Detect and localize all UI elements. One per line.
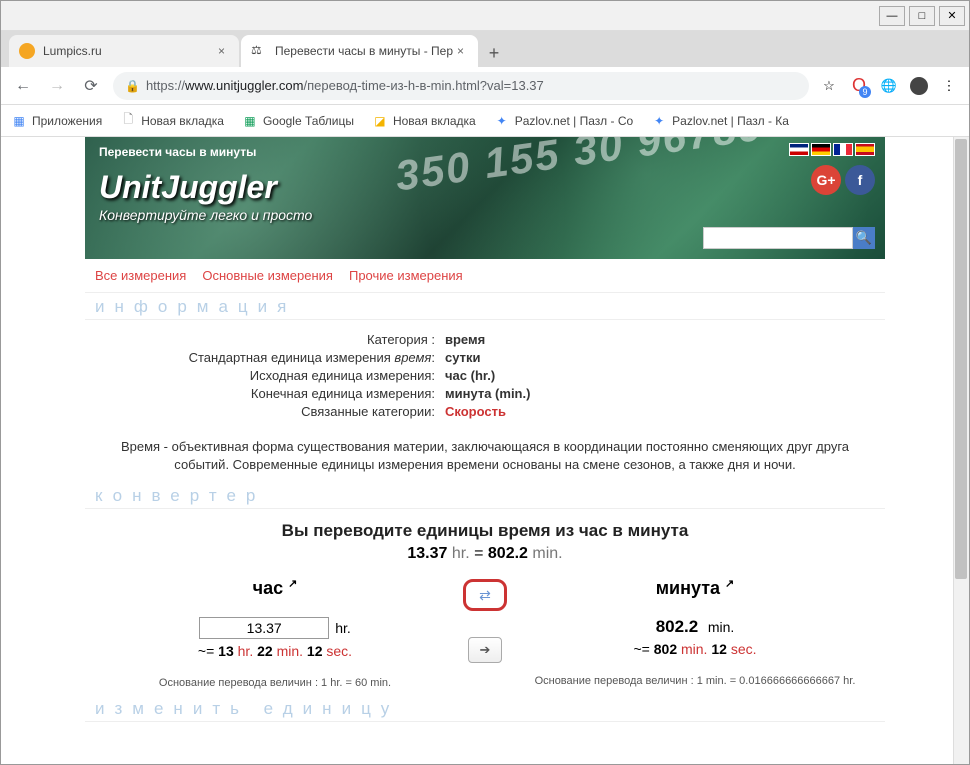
reload-button[interactable]: ⟳ [79,74,103,98]
value-input-row: hr. [105,617,445,639]
flag-es[interactable] [855,143,875,156]
external-link-icon[interactable]: ↗ [288,578,297,590]
puzzle-icon: ✦ [651,113,667,129]
bookmark-newtab2[interactable]: ◪Новая вкладка [372,113,476,129]
avatar-icon[interactable] [909,76,929,96]
menu-basic[interactable]: Основные измерения [202,268,333,283]
site-tagline: Конвертируйте легко и просто [99,207,312,223]
to-value: 802.2 min. [525,617,865,637]
section-info-label: информация [85,293,885,320]
close-window-button[interactable]: ✕ [939,6,965,26]
viewport: 350 155 30 96789 Перевести часы в минуты… [1,137,969,764]
breadcrumb: Перевести часы в минуты [99,145,256,159]
swap-icon [479,587,491,604]
lock-icon: 🔒 [125,79,140,93]
social-links: G+ f [811,165,875,195]
tabs-bar: Lumpics.ru × ⚖ Перевести часы в минуты -… [1,31,969,67]
browser-window: — □ ✕ Lumpics.ru × ⚖ Перевести часы в ми… [0,0,970,765]
new-tab-button[interactable]: + [480,39,508,67]
facebook-button[interactable]: f [845,165,875,195]
sheets-icon: ▦ [242,113,258,129]
main-menu: Все измерения Основные измерения Прочие … [85,259,885,293]
to-basis: Основание перевода величин : 1 min. = 0.… [525,675,865,687]
opera-ext-icon[interactable]: O9 [849,76,869,96]
bookmark-apps[interactable]: ▦Приложения [11,113,102,129]
favicon-icon: ⚖ [251,43,267,59]
page-content: 350 155 30 96789 Перевести часы в минуты… [85,137,885,764]
tab-title: Lumpics.ru [43,44,102,58]
address-bar-row: ← → ⟳ 🔒 https://www.unitjuggler.com/пере… [1,67,969,105]
bookmarks-bar: ▦Приложения 🗋Новая вкладка ▦Google Табли… [1,105,969,137]
info-table: Категория :время Стандартная единица изм… [85,320,885,430]
flag-uk[interactable] [789,143,809,156]
browser-menu-icon[interactable]: ⋮ [939,76,959,96]
menu-all[interactable]: Все измерения [95,268,186,283]
puzzle-icon: ✦ [494,113,510,129]
banner-bg-numbers: 350 155 30 96789 [393,137,767,201]
site-search: 🔍 [703,227,875,249]
url-protocol: https:// [146,78,185,93]
back-button[interactable]: ← [11,74,35,98]
url-host: www.unitjuggler.com [185,78,304,93]
info-row: Исходная единица измерения:час (hr.) [105,368,865,383]
tab-unitjuggler[interactable]: ⚖ Перевести часы в минуты - Пер × [241,35,478,67]
converter-equation: 13.37 hr. = 802.2 min. [85,545,885,563]
info-row: Конечная единица измерения:минута (min.) [105,386,865,401]
page-icon: ◪ [372,113,388,129]
search-button[interactable]: 🔍 [853,227,875,249]
site-logo[interactable]: UnitJuggler [99,169,277,206]
from-column: час ↗ hr. ~= 13 hr. 22 min. 12 sec. Осно… [105,577,445,689]
swap-button[interactable] [463,579,507,611]
value-input[interactable] [199,617,329,639]
info-row: Категория :время [105,332,865,347]
from-approx: ~= 13 hr. 22 min. 12 sec. [105,643,445,659]
convert-button[interactable] [468,637,502,663]
bookmark-gsheets[interactable]: ▦Google Таблицы [242,113,354,129]
converter-grid: час ↗ hr. ~= 13 hr. 22 min. 12 sec. Осно… [85,577,885,689]
from-basis: Основание перевода величин : 1 hr. = 60 … [105,677,445,689]
related-link[interactable]: Скорость [445,404,506,419]
to-unit-head: минута ↗ [525,577,865,599]
gplus-button[interactable]: G+ [811,165,841,195]
to-approx: ~= 802 min. 12 sec. [525,641,865,657]
favicon-icon [19,43,35,59]
url-path: /перевод-time-из-h-в-min.html?val=13.37 [303,78,543,93]
bookmark-pazlov2[interactable]: ✦Pazlov.net | Пазл - Ка [651,113,789,129]
flag-de[interactable] [811,143,831,156]
scrollbar[interactable] [953,137,969,764]
info-row: Стандартная единица измерения время:сутк… [105,350,865,365]
apps-icon: ▦ [11,113,27,129]
flag-fr[interactable] [833,143,853,156]
info-description: Время - объективная форма существования … [85,430,885,482]
to-column: минута ↗ 802.2 min. ~= 802 min. 12 sec. … [525,577,865,687]
page-icon: 🗋 [120,113,136,129]
maximize-button[interactable]: □ [909,6,935,26]
scroll-thumb[interactable] [955,139,967,579]
language-flags [789,143,875,156]
forward-button[interactable]: → [45,74,69,98]
minimize-button[interactable]: — [879,6,905,26]
site-banner: 350 155 30 96789 Перевести часы в минуты… [85,137,885,259]
tab-title: Перевести часы в минуты - Пер [275,44,453,58]
bookmark-pazlov1[interactable]: ✦Pazlov.net | Пазл - Со [494,113,633,129]
globe-icon[interactable]: 🌐 [879,76,899,96]
titlebar: — □ ✕ [1,1,969,31]
converter-title: Вы переводите единицы время из час в мин… [85,521,885,541]
bookmark-star-icon[interactable]: ☆ [819,76,839,96]
close-icon[interactable]: × [453,44,468,58]
section-change-label: изменить единицу [85,695,885,722]
converter-mid [445,577,525,663]
from-unit-head: час ↗ [105,577,445,599]
bookmark-newtab1[interactable]: 🗋Новая вкладка [120,113,224,129]
section-conv-label: конвертер [85,482,885,509]
menu-other[interactable]: Прочие измерения [349,268,463,283]
external-link-icon[interactable]: ↗ [725,578,734,590]
close-icon[interactable]: × [214,44,229,58]
search-input[interactable] [703,227,853,249]
tab-lumpics[interactable]: Lumpics.ru × [9,35,239,67]
url-input[interactable]: 🔒 https://www.unitjuggler.com/перевод-ti… [113,72,809,100]
info-row: Связанные категории:Скорость [105,404,865,419]
search-icon: 🔍 [856,230,872,246]
